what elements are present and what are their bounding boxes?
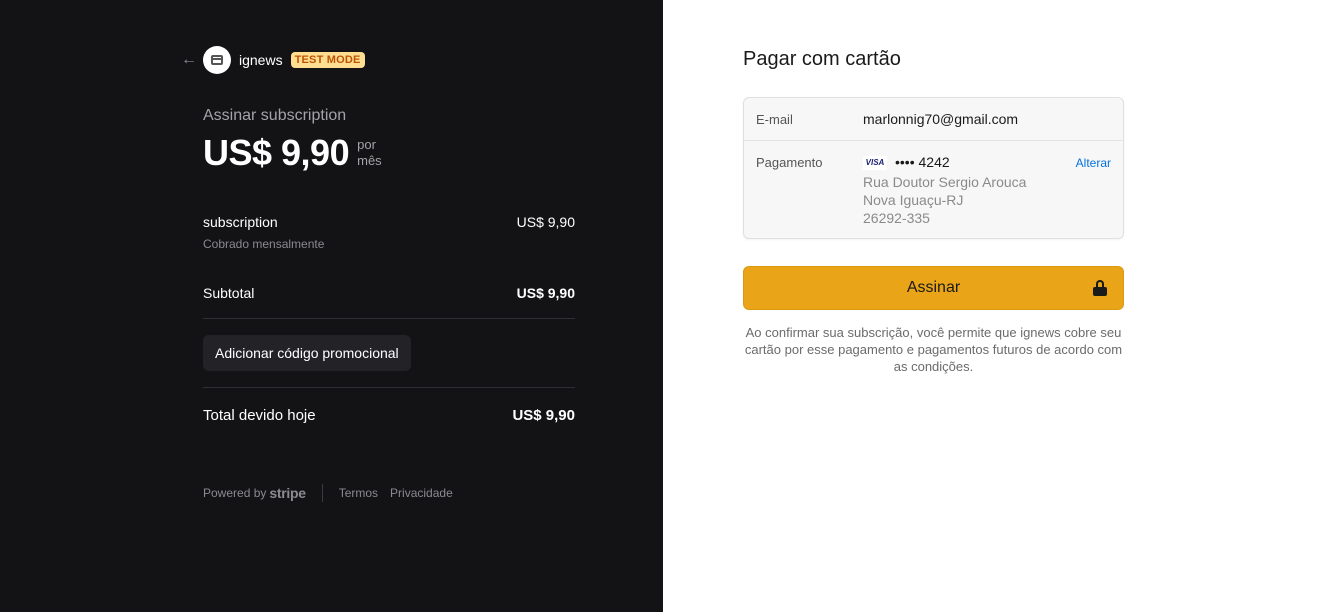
divider (203, 318, 575, 319)
terms-link[interactable]: Termos (339, 486, 378, 500)
line-item-name: subscription (203, 214, 278, 230)
visa-icon: VISA (863, 156, 887, 171)
billing-period-line2: mês (357, 153, 382, 168)
stripe-logo[interactable]: stripe (269, 485, 306, 501)
payment-label: Pagamento (756, 155, 823, 170)
arrow-left-icon[interactable]: ← (181, 52, 197, 68)
email-value: marlonnig70@gmail.com (863, 111, 1019, 127)
billing-period: por mês (357, 137, 382, 169)
subtotal-row: Subtotal US$ 9,90 (203, 285, 575, 301)
card-info: VISA •••• 4242 (863, 154, 950, 171)
line-item-price: US$ 9,90 (516, 214, 575, 230)
price: US$ 9,90 (203, 132, 350, 173)
test-mode-badge: TEST MODE (290, 52, 365, 68)
footer: Powered by stripe Termos Privacidade (203, 484, 465, 502)
store-icon (203, 46, 231, 74)
payment-details-box: E-mail marlonnig70@gmail.com Pagamento V… (743, 97, 1124, 239)
powered-by-label: Powered by (203, 486, 267, 500)
subtotal-label: Subtotal (203, 285, 255, 301)
divider (203, 387, 575, 388)
line-item: subscription US$ 9,90 (203, 214, 575, 230)
add-promo-code-button[interactable]: Adicionar código promocional (203, 335, 411, 371)
total-label: Total devido hoje (203, 407, 316, 424)
address-line-3: 26292-335 (863, 210, 930, 226)
total-row: Total devido hoje US$ 9,90 (203, 407, 575, 424)
header: ← ignews TEST MODE (181, 46, 365, 74)
email-label: E-mail (756, 112, 793, 127)
billing-period-line1: por (357, 137, 376, 152)
footer-separator (321, 484, 323, 502)
payment-title: Pagar com cartão (743, 48, 901, 70)
subscribe-button[interactable]: Assinar (743, 266, 1124, 310)
order-summary-panel: ← ignews TEST MODE Assinar subscription … (0, 0, 663, 612)
line-item-note: Cobrado mensalmente (203, 237, 325, 251)
brand-name: ignews (239, 52, 283, 68)
lock-icon (1093, 280, 1107, 296)
email-row: E-mail marlonnig70@gmail.com (744, 98, 1123, 141)
subscribe-button-label: Assinar (906, 279, 961, 296)
subtotal-value: US$ 9,90 (516, 285, 575, 301)
card-number: •••• 4242 (895, 154, 950, 170)
change-payment-link[interactable]: Alterar (1076, 156, 1111, 170)
total-value: US$ 9,90 (512, 407, 575, 424)
address-line-2: Nova Iguaçu-RJ (863, 192, 964, 208)
terms-text: Ao confirmar sua subscrição, você permit… (744, 325, 1123, 374)
privacy-link[interactable]: Privacidade (390, 486, 453, 500)
address-line-1: Rua Doutor Sergio Arouca (863, 174, 1027, 190)
price-row: US$ 9,90 por mês (203, 132, 382, 174)
subscription-title: Assinar subscription (203, 107, 347, 124)
payment-panel: Pagar com cartão E-mail marlonnig70@gmai… (663, 0, 1344, 612)
